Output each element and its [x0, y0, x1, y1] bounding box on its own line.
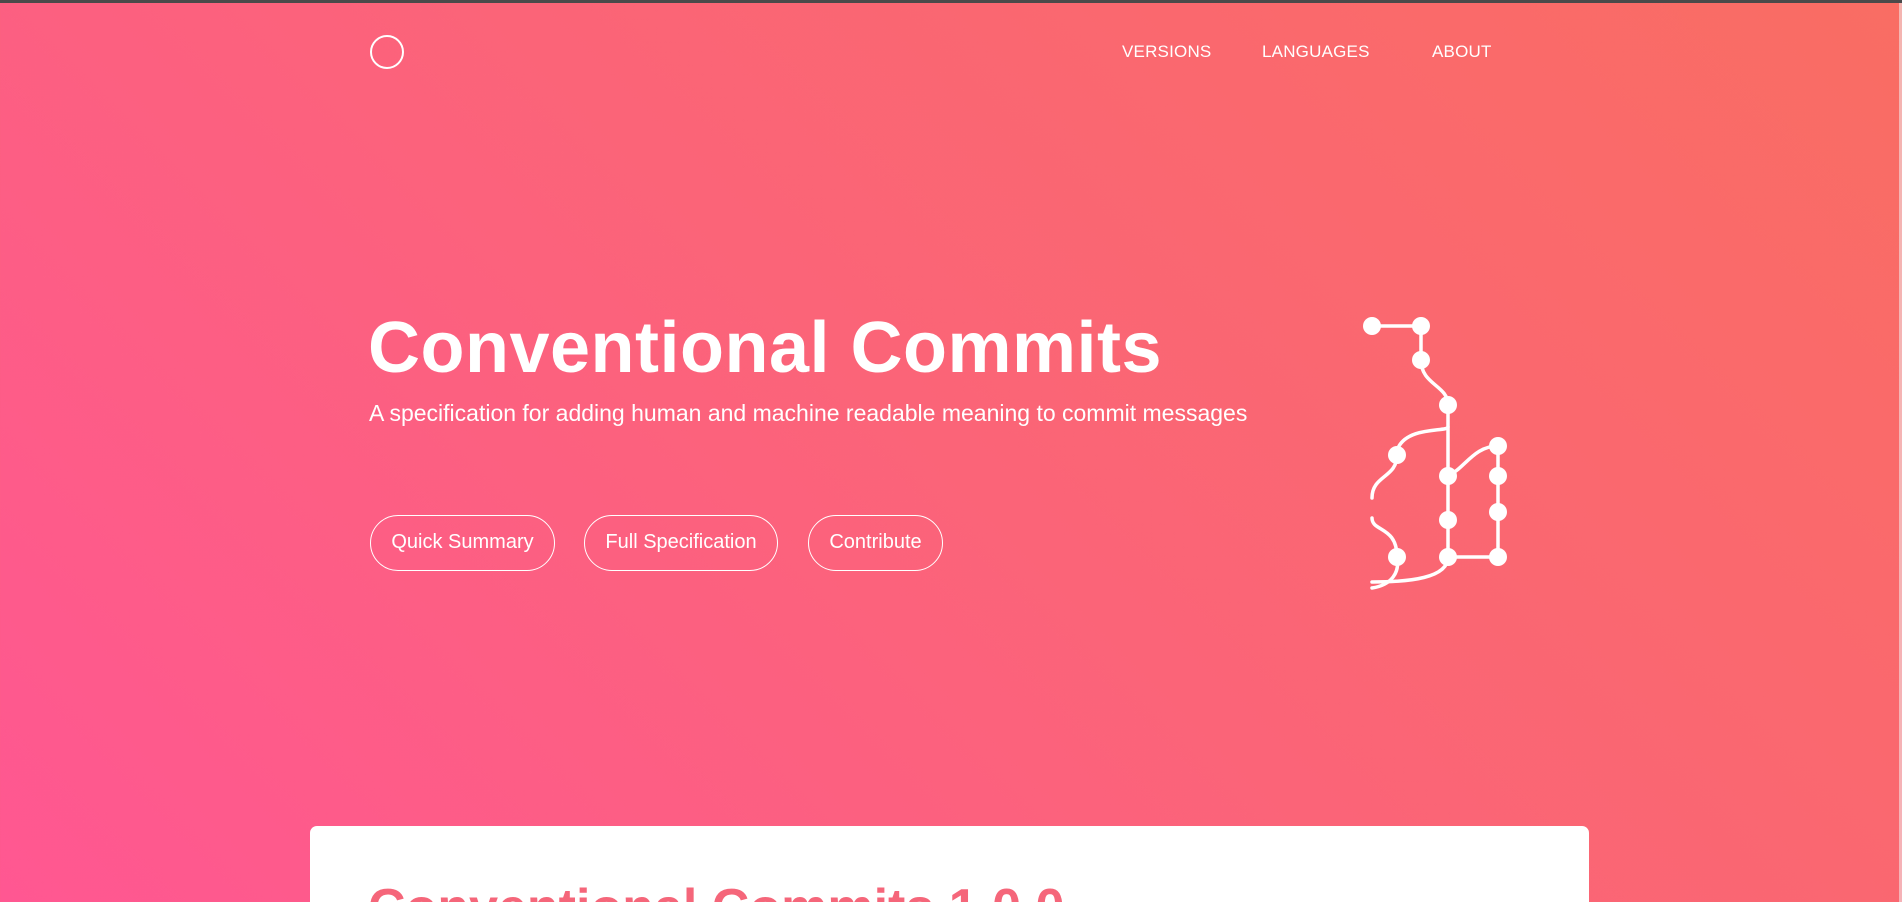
spec-heading: Conventional Commits 1.0.0: [368, 878, 1064, 902]
contribute-button[interactable]: Contribute: [808, 515, 943, 571]
top-nav: VERSIONS LANGUAGES ABOUT: [0, 42, 1902, 64]
hero-title: Conventional Commits: [368, 308, 1163, 388]
hero-subtitle: A specification for adding human and mac…: [369, 400, 1248, 426]
git-graph-icon: [1363, 138, 1507, 772]
nav-versions-link[interactable]: VERSIONS: [1122, 42, 1211, 62]
content-card: Conventional Commits 1.0.0: [310, 826, 1589, 902]
window-top-border: [0, 0, 1902, 3]
quick-summary-button[interactable]: Quick Summary: [370, 515, 555, 571]
nav-about-link[interactable]: ABOUT: [1432, 42, 1492, 62]
nav-languages-link[interactable]: LANGUAGES: [1262, 42, 1370, 62]
full-specification-button[interactable]: Full Specification: [584, 515, 778, 571]
